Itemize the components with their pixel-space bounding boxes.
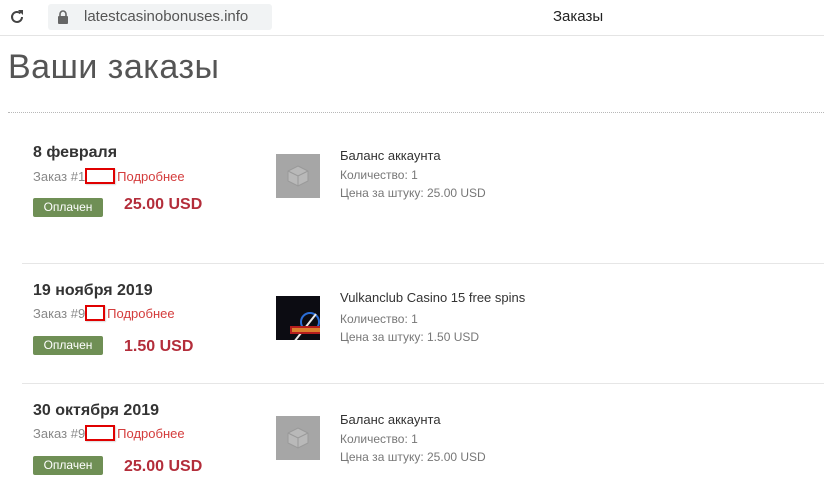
product-unit-price: Цена за штуку: 25.00 USD — [340, 186, 486, 200]
placeholder-box-icon — [287, 427, 309, 449]
product-name: Баланс аккаунта — [340, 148, 441, 163]
lock-icon — [58, 10, 68, 24]
product-thumbnail[interactable] — [276, 154, 320, 198]
status-badge: Оплачен — [33, 456, 103, 475]
order-date: 8 февраля — [33, 144, 118, 161]
casino-logo-image — [286, 306, 320, 340]
product-name: Баланс аккаунта — [340, 412, 441, 427]
product-quantity: Количество: 1 — [340, 312, 418, 326]
product-thumbnail[interactable] — [276, 296, 320, 340]
order-number-line: Заказ #1 Подробнее — [33, 168, 185, 184]
order-date: 30 октября 2019 — [33, 402, 160, 419]
divider — [8, 112, 824, 113]
order-total: 25.00 USD — [124, 196, 203, 213]
reload-icon[interactable] — [8, 8, 26, 26]
redaction-box — [85, 168, 116, 184]
page-title: Ваши заказы — [8, 48, 220, 86]
browser-toolbar: latestcasinobonuses.info Заказы — [0, 0, 824, 36]
order-item: 19 ноября 2019 Заказ #9 Подробнее Оплачен… — [22, 264, 824, 384]
order-number-prefix: Заказ #9 — [33, 306, 86, 321]
order-item: 30 октября 2019 Заказ #9 Подробнее Оплаче… — [22, 384, 824, 488]
product-quantity: Количество: 1 — [340, 432, 418, 446]
status-badge: Оплачен — [33, 336, 103, 355]
order-number-line: Заказ #9 Подробнее — [33, 425, 185, 441]
address-bar[interactable]: latestcasinobonuses.info — [48, 4, 272, 30]
details-link[interactable]: Подробнее — [107, 306, 174, 321]
details-link[interactable]: Подробнее — [117, 169, 184, 184]
order-date: 19 ноября 2019 — [33, 282, 153, 299]
product-name: Vulkanclub Casino 15 free spins — [340, 290, 526, 305]
status-badge: Оплачен — [33, 198, 103, 217]
window-title: Заказы — [553, 8, 604, 25]
address-url: latestcasinobonuses.info — [84, 8, 249, 25]
details-link[interactable]: Подробнее — [117, 426, 184, 441]
redaction-box — [85, 425, 116, 441]
placeholder-box-icon — [287, 165, 309, 187]
order-item: 8 февраля Заказ #1 Подробнее Оплачен 25.0… — [22, 144, 824, 264]
product-unit-price: Цена за штуку: 25.00 USD — [340, 450, 486, 464]
order-number-prefix: Заказ #1 — [33, 169, 86, 184]
redaction-box — [85, 305, 106, 321]
product-unit-price: Цена за штуку: 1.50 USD — [340, 330, 480, 344]
order-total: 25.00 USD — [124, 458, 203, 475]
product-thumbnail[interactable] — [276, 416, 320, 460]
order-number-prefix: Заказ #9 — [33, 426, 86, 441]
order-total: 1.50 USD — [124, 338, 194, 355]
product-quantity: Количество: 1 — [340, 168, 418, 182]
order-number-line: Заказ #9 Подробнее — [33, 305, 175, 321]
